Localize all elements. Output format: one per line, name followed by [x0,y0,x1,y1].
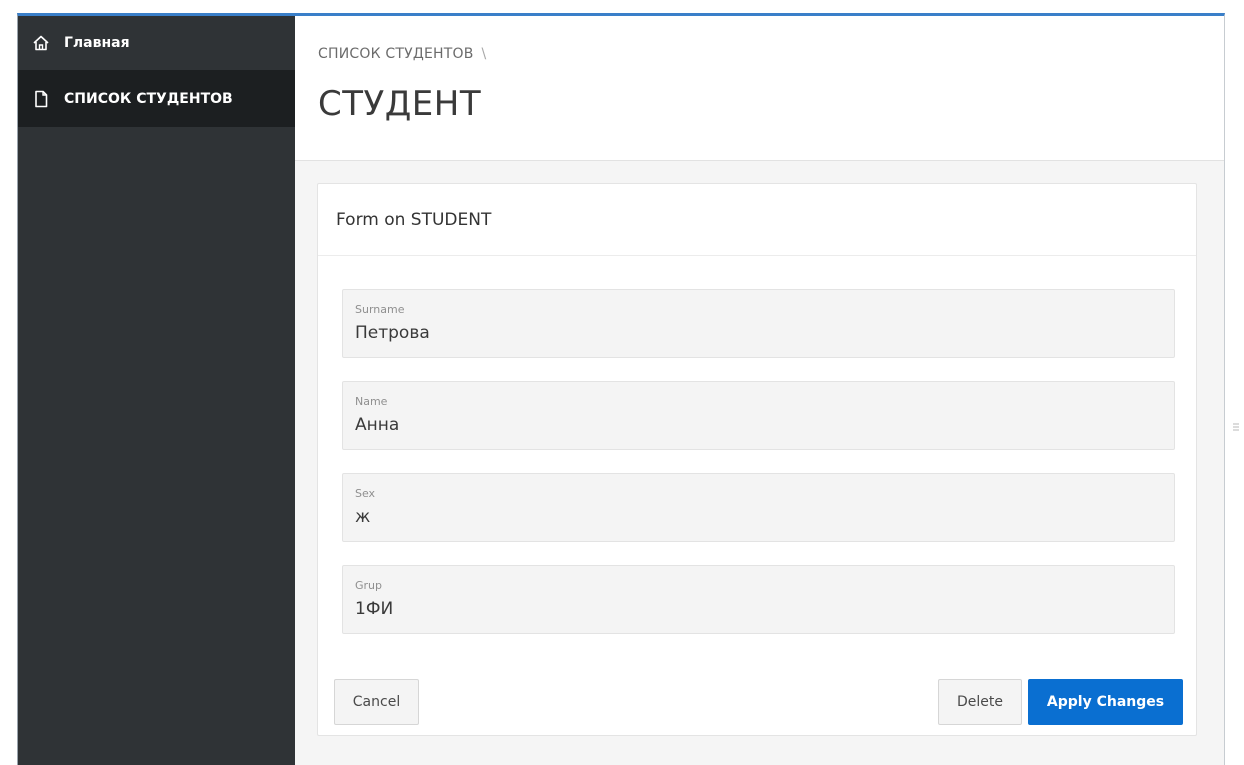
sidebar-item-label: СПИСОК СТУДЕНТОВ [64,90,233,107]
surname-label: Surname [355,303,405,316]
sidebar-item-student-list[interactable]: СПИСОК СТУДЕНТОВ [18,70,295,127]
name-field[interactable]: Name Анна [342,381,1175,450]
name-label: Name [355,395,388,408]
breadcrumb-link[interactable]: СПИСОК СТУДЕНТОВ [318,46,474,62]
name-value[interactable]: Анна [355,415,399,435]
home-icon [32,34,50,52]
form-region-title: Form on STUDENT [318,184,1196,256]
main-content: СПИСОК СТУДЕНТОВ \ СТУДЕНТ Form on STUDE… [295,16,1224,765]
breadcrumb: СПИСОК СТУДЕНТОВ \ [318,46,1224,62]
sex-value[interactable]: ж [355,507,370,527]
sex-label: Sex [355,487,376,500]
cancel-button[interactable]: Cancel [334,679,419,725]
page-header: СПИСОК СТУДЕНТОВ \ СТУДЕНТ [295,16,1224,161]
surname-value[interactable]: Петрова [355,323,430,343]
page-title: СТУДЕНТ [318,84,482,124]
group-field[interactable]: Grup 1ФИ [342,565,1175,634]
group-label: Grup [355,579,383,592]
sidebar-item-label: Главная [64,35,130,51]
document-icon [32,90,50,108]
sidebar: Главная СПИСОК СТУДЕНТОВ [18,16,295,765]
sex-field[interactable]: Sex ж [342,473,1175,542]
delete-button[interactable]: Delete [938,679,1022,725]
group-value[interactable]: 1ФИ [355,599,393,619]
app-window: Главная СПИСОК СТУДЕНТОВ СПИСОК СТУДЕНТО… [17,13,1225,765]
apply-changes-button[interactable]: Apply Changes [1028,679,1183,725]
form-region: Form on STUDENT Surname Петрова Name Анн… [317,183,1197,736]
resize-handle-icon[interactable] [1232,420,1240,434]
breadcrumb-separator: \ [481,46,487,62]
surname-field[interactable]: Surname Петрова [342,289,1175,358]
sidebar-item-home[interactable]: Главная [18,16,295,70]
